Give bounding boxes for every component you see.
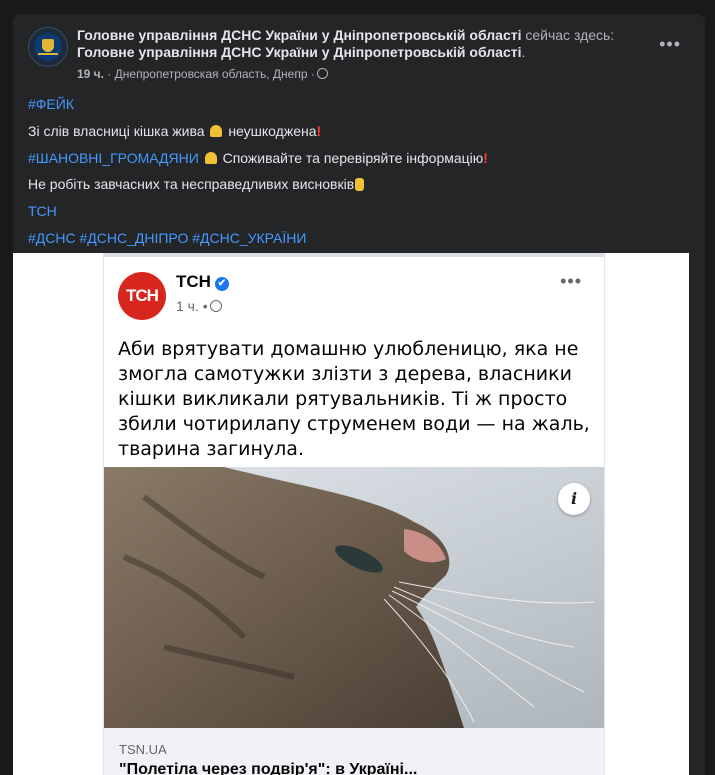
post-line-4: Не робіть завчасних та несправедливих ви… [28, 176, 355, 193]
shared-page-name: ТСН ✔ [176, 272, 229, 292]
shared-more-icon: ••• [560, 271, 582, 291]
pointing-hand-icon [355, 178, 365, 192]
post-card: Головне управління ДСНС України у Дніпро… [13, 14, 705, 775]
info-icon[interactable]: i [558, 483, 590, 515]
hashtag-fake[interactable]: #ФЕЙК [28, 96, 74, 112]
verified-icon: ✔ [214, 277, 229, 291]
post-meta: 19 ч. · Днепропетровская область, Днепр … [77, 67, 328, 81]
shared-text: Аби врятувати домашню улюбленицю, яка не… [118, 338, 590, 460]
globe-icon [316, 68, 328, 79]
divider [104, 253, 604, 257]
post-body: #ФЕЙК Зі слів власниці кішка жива неушко… [28, 91, 688, 252]
post-place[interactable]: Днепропетровская область, Днепр [115, 67, 308, 81]
post-time[interactable]: 19 ч. [77, 67, 104, 81]
globe-icon [209, 300, 222, 312]
tsn-link[interactable]: ТСН [28, 203, 57, 219]
post-more-button[interactable]: ••• [659, 34, 681, 55]
folded-hands-icon [204, 151, 217, 164]
cat-photo: i [104, 467, 604, 728]
shared-post: ТСН ТСН ✔ 1 ч. • ••• Аби врятувати домашн… [103, 253, 605, 775]
author-avatar[interactable] [28, 27, 68, 67]
author-name[interactable]: Головне управління ДСНС України у Дніпро… [77, 27, 521, 43]
shared-time: 1 ч. • [176, 298, 222, 314]
hashtags-dsns[interactable]: #ДСНС #ДСНС_ДНІПРО #ДСНС_УКРАЇНИ [28, 230, 306, 246]
cat-illustration [104, 467, 595, 728]
post-line-2b: неушкоджена [228, 122, 317, 139]
post-line-3: Споживайте та перевіряйте інформацію [222, 149, 484, 166]
attached-screenshot[interactable]: ТСН ТСН ✔ 1 ч. • ••• Аби врятувати домашн… [13, 253, 689, 775]
exclamation-icon: ! [316, 122, 322, 139]
post-line-2: Зі слів власниці кішка жива [28, 122, 205, 139]
link-preview[interactable]: TSN.UA "Полетіла через подвір'я": в Укра… [104, 728, 604, 775]
post-header: Головне управління ДСНС України у Дніпро… [77, 27, 615, 60]
dsns-emblem-icon [34, 33, 62, 61]
link-domain: TSN.UA [119, 742, 167, 757]
link-title: "Полетіла через подвір'я": в Україні... [119, 761, 418, 775]
exclamation-icon: ! [483, 149, 488, 166]
status-text: сейчас здесь: [525, 27, 615, 43]
tsn-logo: ТСН [118, 272, 166, 320]
hashtag-citizens[interactable]: #ШАНОВНІ_ГРОМАДЯНИ [28, 150, 199, 166]
location-page-link[interactable]: Головне управління ДСНС України у Дніпро… [77, 44, 521, 60]
folded-hands-icon [210, 124, 223, 137]
